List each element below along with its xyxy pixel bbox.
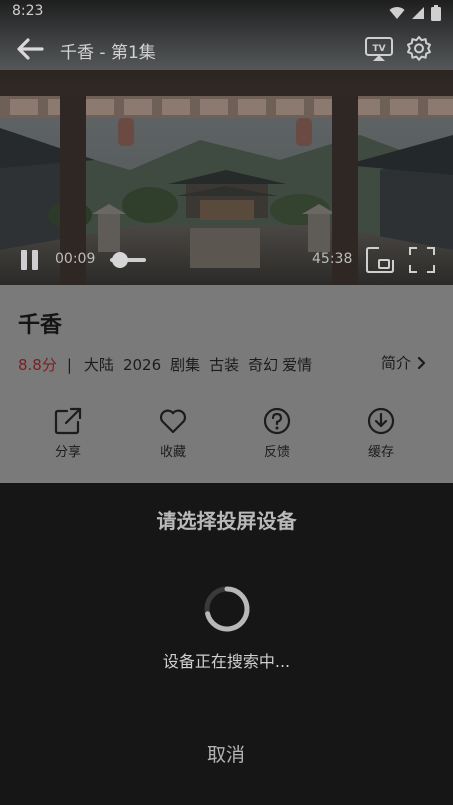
tag-year: 2026 bbox=[122, 355, 162, 374]
pause-icon bbox=[21, 250, 38, 270]
intro-link[interactable]: 简介 bbox=[381, 352, 426, 373]
loading-spinner-icon bbox=[204, 586, 250, 632]
wifi-icon bbox=[389, 6, 405, 19]
rating: 8.8分 bbox=[18, 356, 57, 374]
tv-cast-icon: TV bbox=[365, 37, 393, 61]
help-icon bbox=[263, 407, 291, 435]
share-label: 分享 bbox=[54, 445, 81, 460]
share-button[interactable]: 分享 bbox=[36, 403, 100, 460]
tag-region: 大陆 bbox=[83, 356, 114, 374]
cast-to-tv-button[interactable]: TV bbox=[364, 36, 394, 62]
pip-icon bbox=[366, 247, 394, 273]
arrow-left-icon bbox=[17, 38, 44, 60]
share-icon bbox=[54, 407, 82, 435]
picture-in-picture-button[interactable] bbox=[365, 246, 395, 274]
action-row: 分享 收藏 反馈 缓存 bbox=[0, 403, 453, 473]
download-button[interactable]: 缓存 bbox=[349, 403, 413, 460]
seek-thumb[interactable] bbox=[112, 252, 128, 268]
video-player[interactable]: 8:23 千香 - 第1集 TV 00:09 45:38 bbox=[0, 0, 453, 285]
player-controls: 00:09 45:38 bbox=[0, 242, 453, 278]
tag-genre: 古装 bbox=[209, 356, 240, 374]
show-info: 千香 8.8分 | 大陆 2026 剧集 古装 奇幻 爱情 简介 分享 收藏 反… bbox=[0, 285, 453, 483]
feedback-button[interactable]: 反馈 bbox=[245, 403, 309, 460]
meta-separator: | bbox=[66, 355, 72, 374]
feedback-label: 反馈 bbox=[263, 445, 290, 460]
chevron-right-icon bbox=[417, 356, 426, 369]
download-label: 缓存 bbox=[367, 445, 394, 460]
seek-bar[interactable] bbox=[110, 252, 310, 268]
video-title: 千香 - 第1集 bbox=[60, 43, 156, 63]
tag-type: 剧集 bbox=[170, 356, 201, 374]
status-icons bbox=[389, 5, 441, 21]
battery-icon bbox=[431, 5, 441, 21]
fullscreen-button[interactable] bbox=[408, 246, 436, 274]
player-top-bar: 千香 - 第1集 TV bbox=[0, 30, 453, 70]
intro-label: 简介 bbox=[381, 354, 412, 372]
svg-text:TV: TV bbox=[372, 44, 385, 54]
gear-icon bbox=[407, 36, 431, 61]
signal-icon bbox=[412, 7, 424, 19]
favorite-button[interactable]: 收藏 bbox=[141, 403, 205, 460]
show-meta: 8.8分 | 大陆 2026 剧集 古装 奇幻 爱情 bbox=[18, 354, 321, 375]
tag-genre: 爱情 bbox=[282, 356, 313, 374]
download-icon bbox=[367, 407, 395, 435]
tag-genre: 奇幻 bbox=[248, 356, 279, 374]
total-time: 45:38 bbox=[312, 251, 353, 267]
pause-button[interactable] bbox=[18, 248, 42, 272]
dialog-title: 请选择投屏设备 bbox=[156, 509, 297, 533]
favorite-label: 收藏 bbox=[159, 445, 186, 460]
back-button[interactable] bbox=[16, 36, 46, 62]
status-time: 8:23 bbox=[12, 3, 44, 19]
status-bar: 8:23 bbox=[0, 0, 453, 26]
current-time: 00:09 bbox=[55, 251, 96, 267]
show-title: 千香 bbox=[18, 313, 63, 338]
searching-status: 设备正在搜索中... bbox=[162, 652, 291, 671]
cast-device-dialog: 请选择投屏设备 设备正在搜索中... 取消 bbox=[0, 483, 453, 805]
cancel-button[interactable]: 取消 bbox=[186, 738, 266, 772]
fullscreen-icon bbox=[409, 247, 435, 273]
heart-icon bbox=[159, 409, 187, 434]
settings-button[interactable] bbox=[405, 35, 433, 63]
